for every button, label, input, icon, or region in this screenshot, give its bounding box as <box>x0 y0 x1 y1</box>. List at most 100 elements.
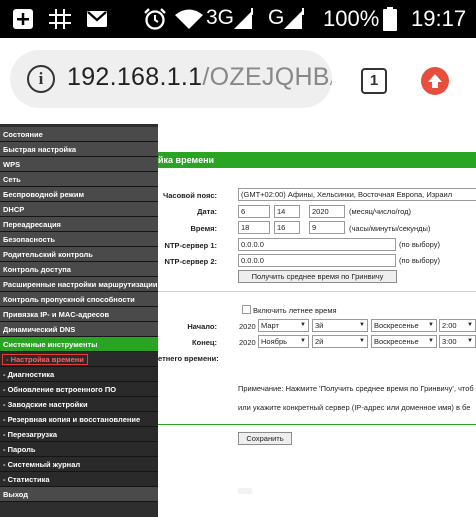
grid-icon <box>48 8 72 30</box>
dst-end-time-value: 3:00 <box>442 337 457 346</box>
sidebar-item-parental-control[interactable]: Родительский контроль <box>0 247 158 262</box>
sidebar-item-security[interactable]: Безопасность <box>0 232 158 247</box>
sidebar-item-reboot[interactable]: - Перезагрузка <box>0 427 158 442</box>
sidebar-item-system-tools[interactable]: Системные инструменты <box>0 337 158 352</box>
sidebar-item-bandwidth-control[interactable]: Контроль пропускной способности <box>0 292 158 307</box>
router-page: Состояние Быстрая настройка WPS Сеть Бес… <box>0 124 476 517</box>
clock: 19:17 <box>411 6 467 31</box>
ntp2-field[interactable]: 0.0.0.0 <box>238 254 396 267</box>
time-hint: (часы/минуты/секунды) <box>349 224 431 233</box>
ntp1-label: NTP-сервер 1: <box>164 241 217 250</box>
date-label: Дата: <box>197 207 217 216</box>
chevron-down-icon: ▼ <box>467 338 473 344</box>
chevron-down-icon: ▼ <box>359 338 365 344</box>
sidebar-item-backup-restore[interactable]: - Резервная копия и восстановление <box>0 412 158 427</box>
ntp1-field[interactable]: 0.0.0.0 <box>238 238 396 251</box>
date-year-field[interactable]: 2020 <box>309 205 345 218</box>
sidebar-item-advanced-routing[interactable]: Расширенные настройки маршрутизации <box>0 277 158 292</box>
dst-end-day-select[interactable]: Воскресенье ▼ <box>371 335 437 348</box>
signal-icon <box>234 8 254 30</box>
get-gmt-button[interactable]: Получить среднее время по Гринвичу <box>238 270 397 283</box>
dst-start-year: 2020 <box>239 322 256 331</box>
tab-switcher-button[interactable]: 1 <box>361 68 387 94</box>
dst-start-label: Начало: <box>187 322 217 331</box>
sidebar-item-firmware-upgrade[interactable]: - Обновление встроенного ПО <box>0 382 158 397</box>
dst-end-day-value: Воскресенье <box>374 337 419 346</box>
sidebar-item-system-log[interactable]: - Системный журнал <box>0 457 158 472</box>
time-settings-panel: йка времени Часовой пояс: (GMT+02:00) Аф… <box>158 124 476 517</box>
sidebar-item-wireless[interactable]: Беспроводной режим <box>0 187 158 202</box>
mail-icon <box>86 8 108 30</box>
dst-start-day-value: Воскресенье <box>374 321 419 330</box>
time-second-field[interactable]: 9 <box>309 221 345 234</box>
sidebar-item-password[interactable]: - Пароль <box>0 442 158 457</box>
sidebar-item-time-settings[interactable]: - Настройка времени <box>0 352 158 367</box>
add-box-icon <box>12 8 34 30</box>
dst-end-label: Конец: <box>192 338 217 347</box>
sidebar-item-factory-defaults[interactable]: - Заводские настройки <box>0 397 158 412</box>
status-bar: 3G G 100% 19:17 <box>0 0 476 38</box>
date-day-field[interactable]: 14 <box>274 205 300 218</box>
artifact <box>238 488 252 494</box>
sidebar-item-network[interactable]: Сеть <box>0 172 158 187</box>
dst-start-time-select[interactable]: 2:00 ▼ <box>439 319 476 332</box>
save-button[interactable]: Сохранить <box>238 432 292 445</box>
dst-start-month-value: Март <box>261 321 279 330</box>
date-month-field[interactable]: 6 <box>238 205 270 218</box>
sidebar-item-ddns[interactable]: Динамический DNS <box>0 322 158 337</box>
dst-start-day-select[interactable]: Воскресенье ▼ <box>371 319 437 332</box>
wifi-icon <box>174 8 204 30</box>
sidebar-item-diagnostics[interactable]: - Диагностика <box>0 367 158 382</box>
timezone-value: (GMT+02:00) Афины, Хельсинки, Восточная … <box>241 190 453 199</box>
time-label: Время: <box>190 224 218 233</box>
sidebar-item-dhcp[interactable]: DHCP <box>0 202 158 217</box>
dst-start-month-select[interactable]: Март ▼ <box>258 319 309 332</box>
browser-toolbar: i 192.168.1.1/OZEJQHBA 1 <box>0 38 476 124</box>
signal-icon <box>284 8 306 30</box>
sidebar-item-statistics[interactable]: - Статистика <box>0 472 158 487</box>
info-icon[interactable]: i <box>27 65 55 93</box>
sidebar-menu: Состояние Быстрая настройка WPS Сеть Бес… <box>0 124 158 517</box>
ntp1-hint: (по выбору) <box>399 240 440 249</box>
ntp2-hint: (по выбору) <box>399 256 440 265</box>
time-hour-field[interactable]: 18 <box>238 221 270 234</box>
dst-start-time-value: 2:00 <box>442 321 457 330</box>
dst-start-week-value: 3й <box>315 321 324 330</box>
sidebar-item-access-control[interactable]: Контроль доступа <box>0 262 158 277</box>
divider <box>158 291 476 292</box>
network-3g-label: 3G <box>206 6 235 29</box>
dst-start-week-select[interactable]: 3й ▼ <box>312 319 368 332</box>
chevron-down-icon: ▼ <box>300 322 306 328</box>
chevron-down-icon: ▼ <box>300 338 306 344</box>
dst-checkbox-label: Включить летнее время <box>253 306 337 315</box>
dst-status-label: етнего времени: <box>158 354 219 363</box>
divider <box>158 424 476 425</box>
arrow-up-icon <box>428 74 442 88</box>
note-line-2: или укажите конкретный сервер (IP-адрес … <box>238 403 471 412</box>
sidebar-item-quick-setup[interactable]: Быстрая настройка <box>0 142 158 157</box>
sidebar-item-time-settings-label: - Настройка времени <box>2 354 88 365</box>
update-button[interactable] <box>421 67 449 95</box>
sidebar-item-ip-mac-binding[interactable]: Привязка IP- и MAC-адресов <box>0 307 158 322</box>
dst-end-month-value: Ноябрь <box>261 337 288 346</box>
dst-end-month-select[interactable]: Ноябрь ▼ <box>258 335 309 348</box>
dst-end-year: 2020 <box>239 338 256 347</box>
timezone-select[interactable]: (GMT+02:00) Афины, Хельсинки, Восточная … <box>238 188 476 201</box>
time-minute-field[interactable]: 16 <box>274 221 300 234</box>
sidebar-item-forwarding[interactable]: Переадресация <box>0 217 158 232</box>
dst-checkbox[interactable] <box>242 305 251 314</box>
sidebar-item-wps[interactable]: WPS <box>0 157 158 172</box>
sidebar-item-status[interactable]: Состояние <box>0 127 158 142</box>
dst-end-week-value: 2й <box>315 337 324 346</box>
dst-end-time-select[interactable]: 3:00 ▼ <box>439 335 476 348</box>
battery-percent: 100% <box>323 6 380 31</box>
sidebar-item-logout[interactable]: Выход <box>0 487 158 502</box>
url-path: /OZEJQHBA <box>202 63 332 91</box>
timezone-label: Часовой пояс: <box>162 191 217 200</box>
dst-end-week-select[interactable]: 2й ▼ <box>312 335 368 348</box>
date-hint: (месяц/число/год) <box>349 207 412 216</box>
url-text[interactable]: 192.168.1.1/OZEJQHBA <box>67 63 332 92</box>
alarm-icon <box>143 8 167 30</box>
url-host: 192.168.1.1 <box>67 63 203 91</box>
address-bar[interactable]: i 192.168.1.1/OZEJQHBA <box>10 50 332 108</box>
